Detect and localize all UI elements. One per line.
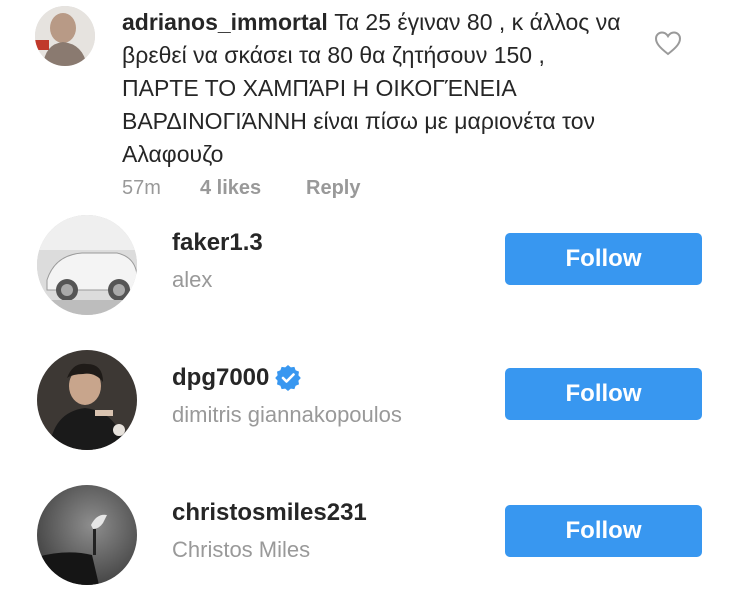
heart-outline-icon[interactable] — [654, 30, 682, 56]
comment-time: 57m — [122, 177, 161, 199]
comment-meta: 57m 4 likes Reply — [122, 177, 360, 200]
comment: adrianos_immortal Τα 25 έγιναν 80 , κ άλ… — [0, 0, 735, 215]
user-avatar[interactable] — [37, 485, 137, 585]
verified-badge-icon — [275, 365, 302, 391]
user-avatar[interactable] — [37, 215, 137, 315]
car-photo — [37, 215, 137, 315]
username-text[interactable]: faker1.3 — [172, 229, 263, 257]
username-text[interactable]: christosmiles231 — [172, 499, 367, 527]
username-text[interactable]: dpg7000 — [172, 364, 269, 392]
user-avatar[interactable] — [37, 350, 137, 450]
suggestion-row: dpg7000 dimitris giannakopoulos Follow — [0, 350, 735, 480]
suggestion-username[interactable]: dpg7000 — [172, 364, 302, 392]
avatar-photo — [35, 6, 95, 66]
person-photo — [37, 350, 137, 450]
commenter-avatar[interactable] — [35, 6, 95, 66]
follow-button[interactable]: Follow — [505, 233, 702, 285]
follow-button[interactable]: Follow — [505, 505, 702, 557]
comment-likes[interactable]: 4 likes — [200, 177, 306, 200]
suggestion-fullname: dimitris giannakopoulos — [172, 402, 402, 427]
suggestion-fullname: alex — [172, 267, 213, 292]
comment-body: adrianos_immortal Τα 25 έγιναν 80 , κ άλ… — [122, 6, 622, 171]
comment-username[interactable]: adrianos_immortal — [122, 9, 328, 35]
suggestion-fullname: Christos Miles — [172, 537, 311, 562]
follow-button[interactable]: Follow — [505, 368, 702, 420]
suggestion-username[interactable]: faker1.3 — [172, 229, 263, 257]
reply-button[interactable]: Reply — [306, 177, 360, 200]
suggestion-row: faker1.3 alex Follow — [0, 215, 735, 345]
suggestion-username[interactable]: christosmiles231 — [172, 499, 367, 527]
suggestion-row: christosmiles231 Christos Miles Follow — [0, 485, 735, 615]
landscape-photo — [37, 485, 137, 585]
